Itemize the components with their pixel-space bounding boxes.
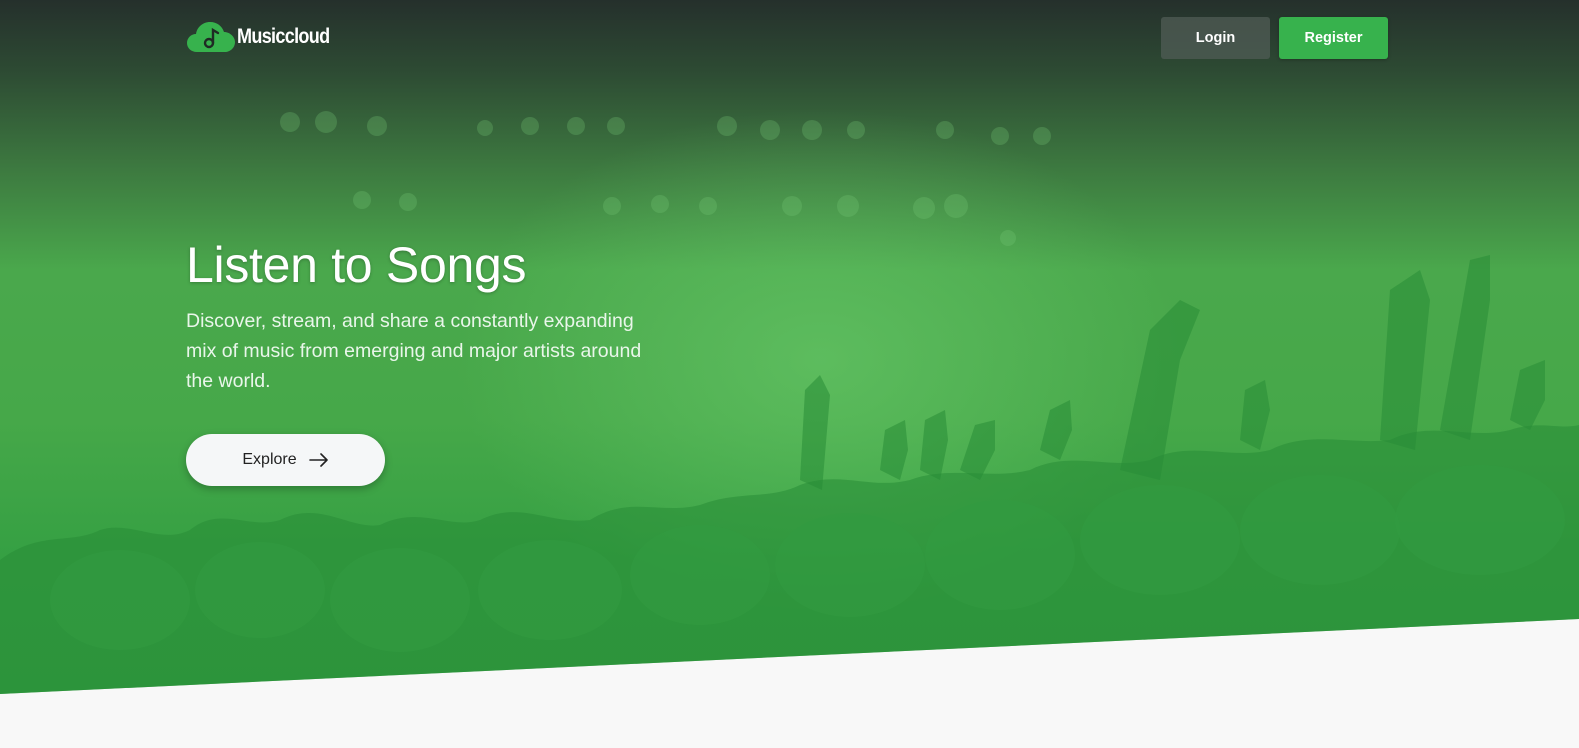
top-navbar: Musiccloud Login Register — [187, 17, 1399, 59]
cloud-music-note-icon — [187, 22, 235, 52]
explore-button-label: Explore — [242, 451, 297, 468]
brand[interactable]: Musiccloud — [187, 20, 345, 54]
arrow-right-icon — [308, 453, 328, 467]
explore-button[interactable]: Explore — [186, 434, 385, 486]
brand-name: Musiccloud — [237, 25, 330, 48]
register-button[interactable]: Register — [1279, 17, 1388, 59]
hero-title: Listen to Songs — [186, 237, 527, 293]
login-button[interactable]: Login — [1161, 17, 1270, 59]
hero-subtitle: Discover, stream, and share a constantly… — [186, 310, 642, 392]
